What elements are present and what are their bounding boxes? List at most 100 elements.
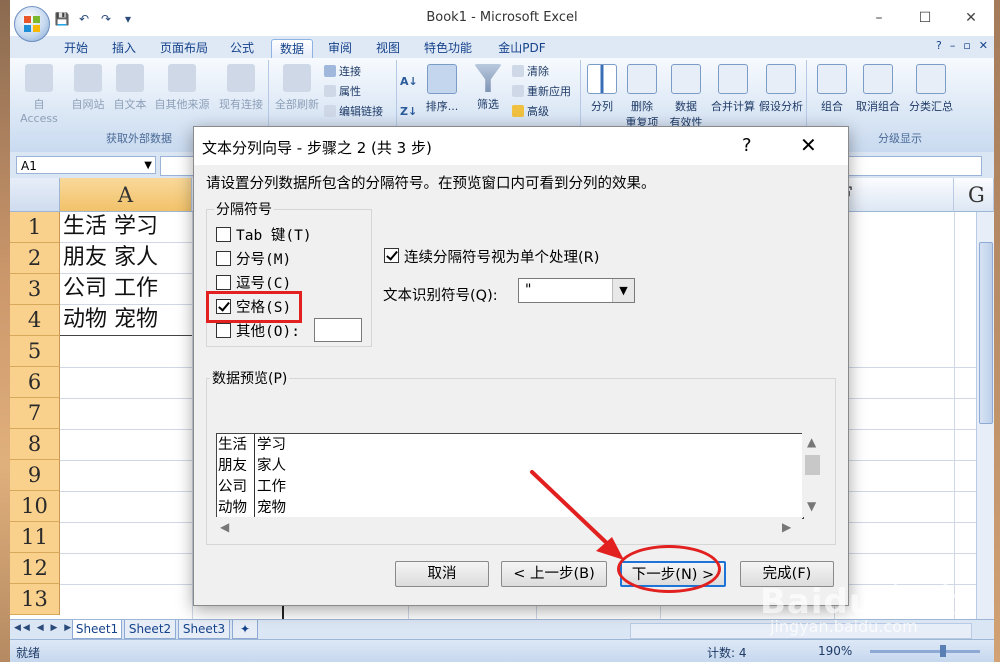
scroll-left-icon[interactable]: ◀ bbox=[220, 520, 229, 534]
column-header-f[interactable]: F bbox=[834, 178, 954, 212]
ungroup-button[interactable]: 取消组合 bbox=[854, 64, 902, 114]
scroll-up-icon[interactable]: ▲ bbox=[807, 435, 816, 449]
row-header-6[interactable]: 6 bbox=[10, 367, 60, 398]
properties-button[interactable]: 属性 bbox=[324, 84, 361, 100]
sort-desc-icon[interactable]: Z↓ bbox=[400, 104, 417, 120]
clear-button[interactable]: 清除 bbox=[512, 64, 549, 80]
advanced-button[interactable]: 高级 bbox=[512, 104, 549, 120]
tab-page-layout[interactable]: 页面布局 bbox=[156, 39, 212, 58]
from-web-button[interactable]: 自网站 bbox=[68, 64, 108, 112]
row-header-13[interactable]: 13 bbox=[10, 584, 60, 615]
other-delimiter-input[interactable] bbox=[314, 318, 362, 342]
reapply-button[interactable]: 重新应用 bbox=[512, 84, 571, 100]
sheet-tab-1[interactable]: Sheet1 bbox=[72, 620, 122, 639]
filter-button[interactable]: 筛选 bbox=[470, 64, 506, 112]
status-ready: 就绪 bbox=[16, 646, 41, 660]
tab-home[interactable]: 开始 bbox=[58, 39, 94, 58]
minimize-icon[interactable]: – bbox=[856, 0, 902, 36]
column-header-g[interactable]: G bbox=[954, 178, 994, 212]
row-header-11[interactable]: 11 bbox=[10, 522, 60, 553]
scroll-down-icon[interactable]: ▼ bbox=[807, 499, 816, 513]
consolidate-button[interactable]: 合并计算 bbox=[710, 64, 756, 114]
office-logo-icon bbox=[24, 16, 40, 32]
from-text-button[interactable]: 自文本 bbox=[110, 64, 150, 112]
scrollbar-thumb[interactable] bbox=[979, 242, 993, 424]
dialog-close-icon[interactable]: ✕ bbox=[800, 133, 817, 157]
preview-vertical-scrollbar[interactable]: ▲ ▼ bbox=[802, 433, 822, 517]
office-button[interactable] bbox=[14, 6, 50, 42]
refresh-all-button[interactable]: 全部刷新 bbox=[272, 64, 322, 112]
insert-sheet-icon[interactable]: ✦ bbox=[232, 620, 258, 639]
tab-view[interactable]: 视图 bbox=[370, 39, 406, 58]
name-box[interactable]: A1 ▼ bbox=[16, 156, 156, 174]
column-header-a[interactable]: A bbox=[60, 178, 192, 212]
tab-kingsoft-pdf[interactable]: 金山PDF bbox=[490, 39, 554, 58]
tab-checkbox[interactable] bbox=[216, 227, 231, 242]
row-header-3[interactable]: 3 bbox=[10, 274, 60, 305]
workbook-close-icon[interactable]: ✕ bbox=[979, 39, 988, 52]
help-icon[interactable]: ? bbox=[936, 39, 942, 52]
tab-special[interactable]: 特色功能 bbox=[420, 39, 476, 58]
workbook-restore-icon[interactable]: ▫ bbox=[963, 39, 970, 52]
from-access-button[interactable]: 自 Access bbox=[14, 64, 64, 125]
group-button[interactable]: 组合 bbox=[814, 64, 850, 114]
cell-a4[interactable]: 动物 宠物 bbox=[60, 305, 192, 336]
consecutive-delimiters-checkbox[interactable] bbox=[384, 248, 399, 263]
column-break-line[interactable] bbox=[254, 434, 255, 518]
dialog-help-icon[interactable]: ? bbox=[742, 135, 752, 156]
text-qualifier-select[interactable]: " ▼ bbox=[518, 278, 635, 303]
comma-checkbox[interactable] bbox=[216, 275, 231, 290]
tab-review[interactable]: 审阅 bbox=[322, 39, 358, 58]
zoom-level[interactable]: 190% bbox=[818, 644, 852, 658]
clear-icon bbox=[512, 65, 524, 77]
cell-a1[interactable]: 生活 学习 bbox=[60, 212, 192, 243]
preview-horizontal-scrollbar[interactable]: ◀ ▶ bbox=[216, 517, 802, 537]
row-header-7[interactable]: 7 bbox=[10, 398, 60, 429]
vertical-scrollbar[interactable] bbox=[976, 212, 994, 619]
row-header-2[interactable]: 2 bbox=[10, 243, 60, 274]
tab-insert[interactable]: 插入 bbox=[106, 39, 142, 58]
tab-data[interactable]: 数据 bbox=[271, 39, 313, 59]
sheet-tab-3[interactable]: Sheet3 bbox=[178, 620, 230, 639]
workbook-minimize-icon[interactable]: – bbox=[950, 39, 956, 52]
close-icon[interactable]: ✕ bbox=[948, 0, 994, 36]
row-header-1[interactable]: 1 bbox=[10, 212, 60, 243]
zoom-slider-knob[interactable] bbox=[940, 645, 946, 657]
maximize-icon[interactable]: ☐ bbox=[902, 0, 948, 36]
sheet-tab-2[interactable]: Sheet2 bbox=[124, 620, 176, 639]
back-button[interactable]: < 上一步(B) bbox=[501, 561, 607, 587]
data-validation-button[interactable]: 数据 有效性 bbox=[666, 64, 706, 130]
remove-duplicates-button[interactable]: 删除 重复项 bbox=[624, 64, 660, 130]
reapply-icon bbox=[512, 85, 524, 97]
sort-asc-icon[interactable]: A↓ bbox=[400, 74, 418, 90]
cancel-button[interactable]: 取消 bbox=[395, 561, 489, 587]
text-to-columns-button[interactable]: 分列 bbox=[584, 64, 620, 114]
other-checkbox[interactable] bbox=[216, 323, 231, 338]
data-preview-area[interactable]: 生活 学习 朋友 家人 公司 工作 动物 宠物 bbox=[216, 433, 804, 519]
screen: 💾 ↶ ↷ ▾ Book1 - Microsoft Excel – ☐ ✕ 开始 bbox=[0, 0, 1000, 662]
zoom-slider[interactable] bbox=[870, 645, 980, 657]
semicolon-checkbox[interactable] bbox=[216, 251, 231, 266]
row-header-9[interactable]: 9 bbox=[10, 460, 60, 491]
edit-links-button[interactable]: 编辑链接 bbox=[324, 104, 383, 120]
row-header-4[interactable]: 4 bbox=[10, 305, 60, 336]
chevron-down-icon[interactable]: ▼ bbox=[612, 279, 634, 302]
connections-button[interactable]: 连接 bbox=[324, 64, 361, 80]
tab-formulas[interactable]: 公式 bbox=[224, 39, 260, 58]
row-header-5[interactable]: 5 bbox=[10, 336, 60, 367]
window-controls: – ☐ ✕ bbox=[856, 0, 994, 36]
row-header-8[interactable]: 8 bbox=[10, 429, 60, 460]
subtotal-button[interactable]: 分类汇总 bbox=[906, 64, 956, 114]
sort-button[interactable]: 排序... bbox=[424, 64, 460, 114]
existing-connections-button[interactable]: 现有连接 bbox=[216, 64, 266, 112]
row-header-10[interactable]: 10 bbox=[10, 491, 60, 522]
scroll-right-icon[interactable]: ▶ bbox=[782, 520, 791, 534]
select-all-corner[interactable] bbox=[10, 178, 60, 212]
name-box-dropdown-icon[interactable]: ▼ bbox=[144, 157, 152, 175]
row-header-12[interactable]: 12 bbox=[10, 553, 60, 584]
preview-scrollbar-thumb[interactable] bbox=[805, 455, 820, 475]
cell-a2[interactable]: 朋友 家人 bbox=[60, 243, 192, 274]
cell-a3[interactable]: 公司 工作 bbox=[60, 274, 192, 305]
what-if-button[interactable]: 假设分析 bbox=[758, 64, 804, 114]
from-other-sources-button[interactable]: 自其他来源 bbox=[152, 64, 212, 112]
